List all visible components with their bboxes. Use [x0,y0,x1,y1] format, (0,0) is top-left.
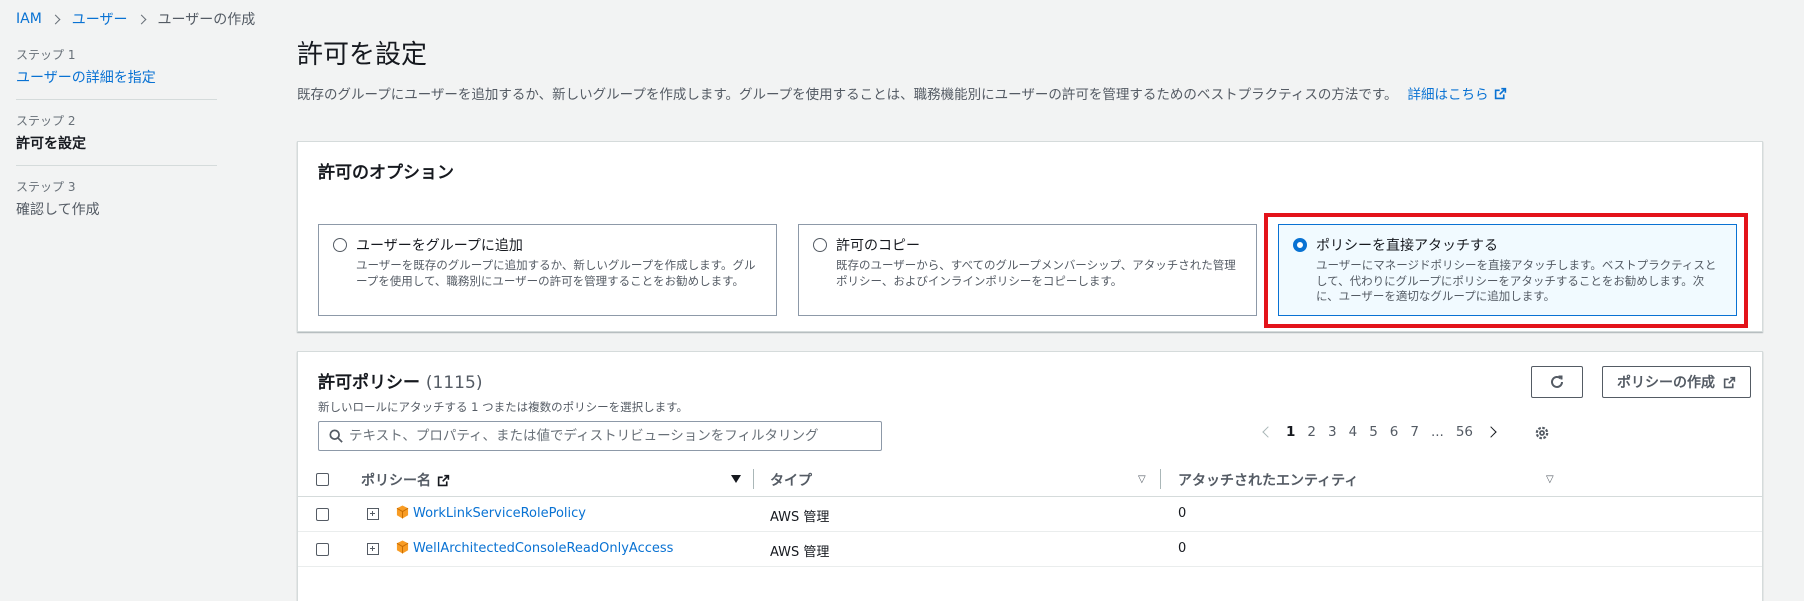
chevron-left-icon[interactable] [1262,426,1274,438]
page-1[interactable]: 1 [1286,424,1295,440]
permission-options-panel: 許可のオプション ユーザーをグループに追加 ユーザーを既存のグループに追加するか… [297,141,1763,332]
policy-filter-input[interactable] [349,428,869,444]
policy-attached-entities: 0 [1178,541,1187,556]
page-title: 許可を設定 [297,40,428,70]
external-link-icon [437,474,450,486]
policies-table-header: ポリシー名 タイプ ▽ アタッチされたエンティティ ▽ [298,461,1762,497]
page-7[interactable]: 7 [1410,424,1419,440]
row-checkbox[interactable] [316,543,329,556]
policies-title: 許可ポリシー (1115) [318,368,688,393]
column-header-type[interactable]: タイプ [770,470,812,490]
policy-attached-entities: 0 [1178,506,1187,521]
option-title: 許可のコピー [836,238,920,254]
page-ellipsis: ... [1430,424,1444,440]
page-description: 既存のグループにユーザーを追加するか、新しいグループを作成します。グループを使用… [297,83,1763,103]
page-5[interactable]: 5 [1369,424,1378,440]
column-label: ポリシー名 [361,473,431,489]
refresh-icon [1551,375,1563,388]
table-row[interactable]: WorkLinkServiceRolePolicy AWS 管理 0 [298,497,1762,532]
wizard-step-1: ステップ 1 ユーザーの詳細を指定 [16,46,217,100]
expand-icon[interactable] [367,508,379,520]
main-content: 許可を設定 既存のグループにユーザーを追加するか、新しいグループを作成します。グ… [297,40,1763,601]
step-number: ステップ 3 [16,180,76,194]
option-title: ユーザーをグループに追加 [356,238,523,254]
aws-managed-policy-icon [396,540,409,554]
external-link-icon [1723,376,1736,388]
refresh-button[interactable] [1531,366,1583,398]
wizard-steps: ステップ 1 ユーザーの詳細を指定 ステップ 2 許可を設定 ステップ 3 確認… [16,46,217,243]
step-number: ステップ 1 [16,48,76,62]
page-4[interactable]: 4 [1349,424,1358,440]
permission-policies-panel: 許可ポリシー (1115) 新しいロールにアタッチする 1 つまたは複数のポリシ… [297,351,1763,601]
sort-icon[interactable]: ▽ [1138,474,1146,485]
external-link-icon [1494,87,1506,99]
chevron-right-icon [50,14,61,24]
breadcrumb-iam[interactable]: IAM [16,11,42,27]
column-label: アタッチされたエンティティ [1178,473,1359,489]
page-3[interactable]: 3 [1328,424,1337,440]
policy-type: AWS 管理 [770,545,830,560]
pagination: 1 2 3 4 5 6 7 ... 56 [1256,424,1503,440]
gear-icon[interactable] [1534,425,1550,441]
permission-options-group: ユーザーをグループに追加 ユーザーを既存のグループに追加するか、新しいグループを… [318,224,1758,316]
page-2[interactable]: 2 [1307,424,1316,440]
sort-descending-icon[interactable] [731,475,741,483]
search-icon [329,429,343,443]
page-description-text: 既存のグループにユーザーを追加するか、新しいグループを作成します。グループを使用… [297,87,1398,104]
column-header-attached-entities[interactable]: アタッチされたエンティティ [1178,470,1358,490]
option-add-to-group[interactable]: ユーザーをグループに追加 ユーザーを既存のグループに追加するか、新しいグループを… [318,224,777,316]
option-description: 既存のユーザーから、すべてのグループメンバーシップ、アタッチされた管理ポリシー、… [836,258,1236,288]
option-title: ポリシーを直接アタッチする [1316,238,1498,254]
column-label: タイプ [770,473,812,489]
table-row[interactable]: WellArchitectedConsoleReadOnlyAccess AWS… [298,532,1762,567]
step-link-user-details[interactable]: ユーザーの詳細を指定 [16,70,156,86]
row-checkbox[interactable] [316,508,329,521]
create-policy-label: ポリシーの作成 [1617,374,1715,390]
sort-icon[interactable]: ▽ [1546,474,1554,485]
wizard-step-2: ステップ 2 許可を設定 [16,112,217,166]
select-all-checkbox[interactable] [316,473,329,486]
radio-button[interactable] [813,238,827,252]
policy-filter[interactable] [318,421,882,451]
option-copy-permissions[interactable]: 許可のコピー 既存のユーザーから、すべてのグループメンバーシップ、アタッチされた… [798,224,1257,316]
column-divider[interactable] [1160,469,1161,489]
step-number: ステップ 2 [16,114,76,128]
column-divider[interactable] [753,469,754,489]
expand-icon[interactable] [367,543,379,555]
breadcrumb: IAM ユーザー ユーザーの作成 [16,9,255,29]
policies-title-text: 許可ポリシー [318,373,420,393]
create-policy-button[interactable]: ポリシーの作成 [1602,366,1751,398]
radio-button-selected[interactable] [1293,238,1307,252]
policy-name-link[interactable]: WellArchitectedConsoleReadOnlyAccess [413,541,673,556]
radio-button[interactable] [333,238,347,252]
chevron-right-icon[interactable] [1485,426,1497,438]
policies-count: (1115) [425,373,483,393]
policy-type: AWS 管理 [770,510,830,525]
wizard-step-3: ステップ 3 確認して作成 [16,178,217,231]
page-56[interactable]: 56 [1456,424,1473,440]
aws-managed-policy-icon [396,505,409,519]
option-attach-policies-directly[interactable]: ポリシーを直接アタッチする ユーザーにマネージドポリシーを直接アタッチします。ベ… [1278,224,1737,316]
breadcrumb-users[interactable]: ユーザー [72,9,128,29]
column-header-policy-name[interactable]: ポリシー名 [361,470,450,490]
policy-name-link[interactable]: WorkLinkServiceRolePolicy [413,506,586,521]
step-label-permissions: 許可を設定 [16,136,86,152]
chevron-right-icon [136,14,146,24]
learn-more-label: 詳細はこちら [1407,87,1489,104]
option-description: ユーザーにマネージドポリシーを直接アタッチします。ベストプラクティスとして、代わ… [1316,258,1717,304]
policies-description: 新しいロールにアタッチする 1 つまたは複数のポリシーを選択します。 [318,400,688,414]
breadcrumb-current: ユーザーの作成 [157,12,256,28]
policies-header: 許可ポリシー (1115) 新しいロールにアタッチする 1 つまたは複数のポリシ… [318,368,688,415]
step-label-review: 確認して作成 [16,202,100,218]
permission-options-title: 許可のオプション [318,163,454,183]
learn-more-link[interactable]: 詳細はこちら [1408,83,1507,103]
page-6[interactable]: 6 [1390,424,1399,440]
option-description: ユーザーを既存のグループに追加するか、新しいグループを作成します。グループを使用… [356,258,756,288]
